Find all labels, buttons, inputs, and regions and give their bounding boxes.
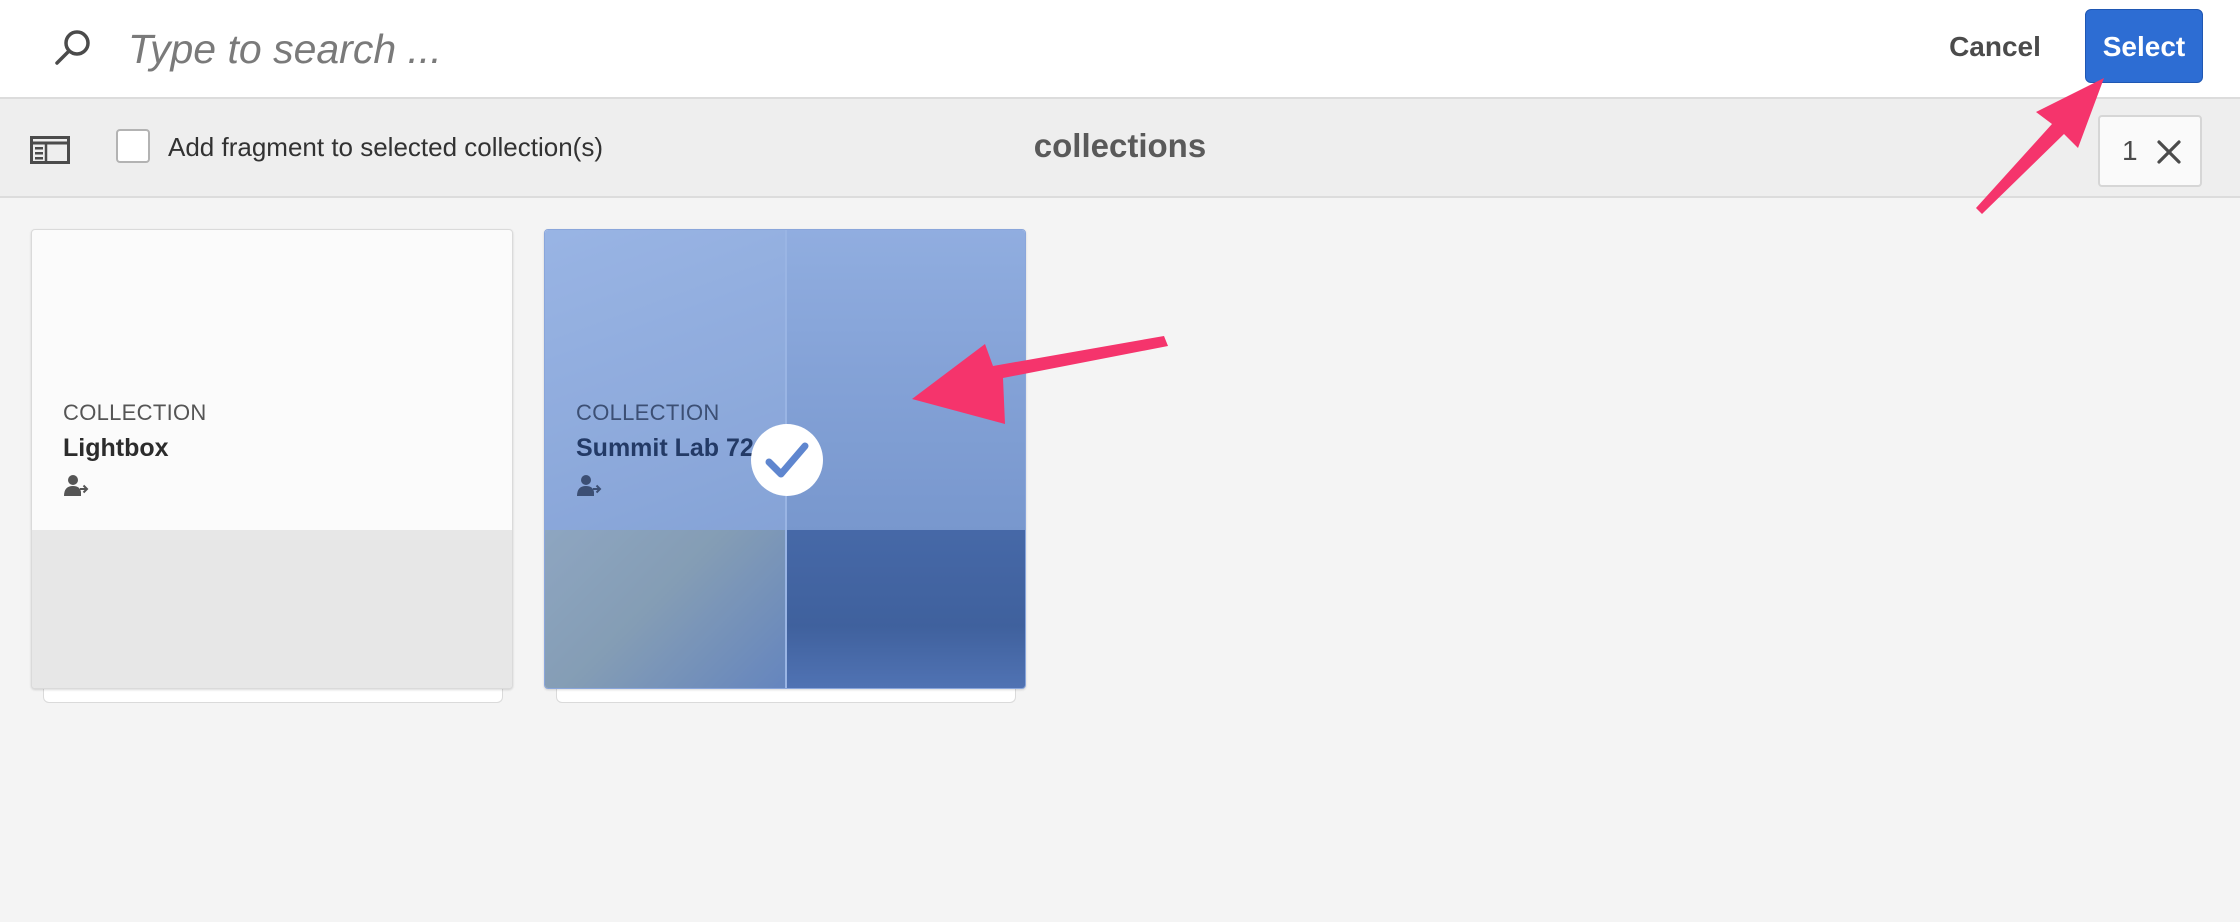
search-bar: Cancel Select (0, 0, 2240, 99)
close-icon[interactable] (2156, 139, 2182, 165)
card-title: Lightbox (63, 434, 169, 462)
selected-checkmark[interactable] (751, 424, 823, 496)
card-stack-edge (556, 689, 1016, 703)
search-input[interactable] (126, 18, 1830, 80)
user-share-icon (64, 475, 89, 496)
toolbar: Add fragment to selected collection(s) c… (0, 99, 2240, 198)
user-share-icon (577, 475, 602, 496)
card-thumbnail-area (32, 530, 512, 688)
cancel-button[interactable]: Cancel (1940, 22, 2050, 72)
checkmark-icon (765, 442, 809, 478)
page-title: collections (1033, 127, 1207, 164)
card-stack-edge (43, 689, 503, 703)
card-type-label: COLLECTION (576, 400, 720, 425)
selection-count-badge[interactable]: 1 (2098, 115, 2202, 187)
card-type-label: COLLECTION (63, 400, 207, 425)
collection-card-lightbox[interactable]: COLLECTION Lightbox (31, 229, 513, 689)
select-button[interactable]: Select (2085, 9, 2203, 83)
card-title: Summit Lab 724 (576, 434, 768, 462)
search-icon (55, 30, 90, 65)
card-header (32, 230, 512, 530)
selection-count: 1 (2122, 135, 2138, 166)
collection-card-summit-lab[interactable]: COLLECTION Summit Lab 724 (544, 229, 1026, 689)
